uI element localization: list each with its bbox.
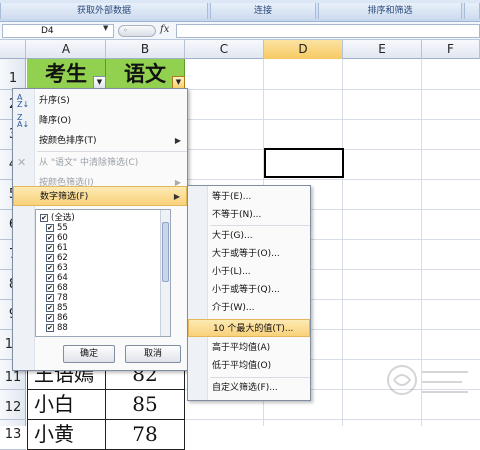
cancel-button[interactable]: 取消 <box>125 345 181 363</box>
menu-item-label: 数字筛选(F) <box>40 192 89 202</box>
column-header-c[interactable]: C <box>185 40 264 59</box>
checkbox-icon[interactable]: ✔ <box>46 283 54 292</box>
cell-b13[interactable]: 78 <box>106 420 185 450</box>
cell-b1-text: 语文 <box>124 61 166 86</box>
column-header-e[interactable]: E <box>343 40 422 59</box>
column-header-b[interactable]: B <box>106 40 185 59</box>
submenu-item-top-10[interactable]: 10 个最大的值(T)... <box>188 319 310 337</box>
checkbox-icon[interactable]: ✔ <box>46 313 54 322</box>
row-header-1[interactable]: 1 <box>0 59 26 90</box>
ok-button[interactable]: 确定 <box>63 345 115 363</box>
number-filters-submenu: 等于(E)... 不等于(N)... 大于(G)... 大于或等于(O)... … <box>187 185 311 401</box>
sort-descending-icon: Z A↓ <box>17 113 30 129</box>
menu-item-clear-filter: ✕ 从 "语文" 中清除筛选(C) <box>13 153 187 173</box>
menu-item-label: 按颜色排序(T) <box>39 136 97 146</box>
submenu-item-greater-or-equal[interactable]: 大于或等于(O)... <box>188 245 310 263</box>
submenu-item-custom-filter[interactable]: 自定义筛选(F)... <box>188 379 310 397</box>
checkbox-icon[interactable]: ✔ <box>46 253 54 262</box>
menu-item-sort-descending[interactable]: Z A↓ 降序(O) <box>13 111 187 131</box>
checkbox-icon[interactable]: ✔ <box>46 273 54 282</box>
submenu-item-less-than[interactable]: 小于(L)... <box>188 263 310 281</box>
submenu-item-above-average[interactable]: 高于平均值(A) <box>188 339 310 357</box>
watermark-logo <box>387 365 468 395</box>
sort-ascending-icon: A Z↓ <box>17 93 30 109</box>
menu-item-sort-by-color[interactable]: 按颜色排序(T) ▶ <box>13 131 187 151</box>
cell-a1-text: 考生 <box>45 61 87 86</box>
checklist-scrollbar[interactable] <box>160 210 170 336</box>
autofilter-menu: A Z↓ 升序(S) Z A↓ 降序(O) 按颜色排序(T) ▶ ✕ 从 "语文" … <box>12 88 188 371</box>
formula-input[interactable] <box>176 24 480 38</box>
cell-a12[interactable]: 小白 <box>27 390 106 420</box>
clear-filter-icon: ✕ <box>17 156 27 169</box>
menu-item-number-filters[interactable]: 数字筛选(F) ▶ <box>13 186 187 206</box>
value-checklist[interactable]: ✔ (全选) ✔ 55 ✔ 60 ✔ 61 ✔ 62 ✔ 63 ✔ 64 ✔ 68 ✔ 78 ✔ 8… <box>35 209 171 337</box>
submenu-item-below-average[interactable]: 低于平均值(O) <box>188 357 310 375</box>
submenu-item-not-equals[interactable]: 不等于(N)... <box>188 206 310 224</box>
column-header-f[interactable]: F <box>422 40 480 59</box>
checkbox-icon[interactable]: ✔ <box>46 233 54 242</box>
checklist-item-label: 88 <box>57 323 68 333</box>
select-all-corner[interactable] <box>0 40 26 59</box>
ribbon-group-overflow[interactable] <box>464 3 480 19</box>
menu-separator <box>210 225 310 226</box>
submenu-item-greater-than[interactable]: 大于(G)... <box>188 227 310 245</box>
submenu-arrow-icon: ▶ <box>174 136 181 145</box>
row-header-12[interactable]: 12 <box>0 390 26 420</box>
checkbox-icon[interactable]: ✔ <box>46 223 54 232</box>
scrollbar-thumb[interactable] <box>162 222 169 282</box>
ribbon-group-connections[interactable]: 连接 <box>210 3 316 19</box>
menu-item-sort-ascending[interactable]: A Z↓ 升序(S) <box>13 91 187 111</box>
name-box[interactable]: D4 <box>2 24 114 38</box>
submenu-item-less-or-equal[interactable]: 小于或等于(Q)... <box>188 281 310 299</box>
checkbox-icon[interactable]: ✔ <box>46 293 54 302</box>
formula-bar-toggle[interactable]: ◦ <box>118 25 156 37</box>
cell-b12[interactable]: 85 <box>106 390 185 420</box>
column-header-d[interactable]: D <box>264 40 343 59</box>
ribbon-group-get-external-data[interactable]: 获取外部数据 <box>0 3 208 19</box>
insert-function-icon[interactable]: fx <box>160 24 169 35</box>
checklist-item[interactable]: ✔ 88 <box>46 322 68 334</box>
checkbox-icon[interactable]: ✔ <box>46 303 54 312</box>
column-headers: A B C D E F <box>0 40 480 59</box>
ribbon-group-sort-filter[interactable]: 排序和筛选 <box>318 3 462 19</box>
submenu-item-between[interactable]: 介于(W)... <box>188 299 310 317</box>
column-header-a[interactable]: A <box>27 40 106 59</box>
ribbon-group-bar: 获取外部数据 连接 排序和筛选 <box>0 0 480 22</box>
checkbox-icon[interactable]: ✔ <box>46 323 54 332</box>
chevron-down-icon[interactable]: ▼ <box>103 24 108 32</box>
checkbox-icon[interactable]: ✔ <box>46 263 54 272</box>
menu-separator <box>37 151 187 152</box>
checkbox-icon[interactable]: ✔ <box>46 243 54 252</box>
row-header-13[interactable]: 13 <box>0 420 26 450</box>
menu-item-label: 从 "语文" 中清除筛选(C) <box>39 158 139 168</box>
active-cell-d4[interactable] <box>264 148 344 178</box>
menu-separator <box>210 377 310 378</box>
cell-a13[interactable]: 小黄 <box>27 420 106 450</box>
formula-bar: D4 ▼ ◦ fx <box>0 22 480 40</box>
submenu-item-equals[interactable]: 等于(E)... <box>188 188 310 206</box>
submenu-arrow-icon: ▶ <box>173 192 180 201</box>
menu-item-label: 降序(O) <box>39 116 72 126</box>
checkbox-icon[interactable]: ✔ <box>40 213 48 222</box>
menu-item-label: 升序(S) <box>39 96 70 106</box>
